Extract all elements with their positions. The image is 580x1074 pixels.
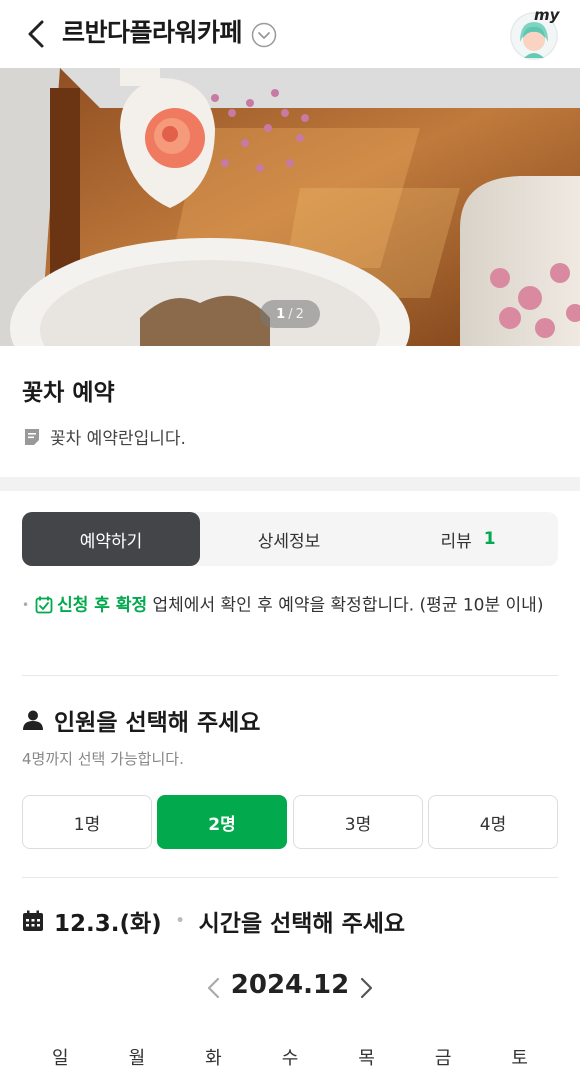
weekday-tue: 화 <box>205 1048 222 1069</box>
calendar-icon <box>23 910 43 931</box>
booking-notice: • 신청 후 확정 업체에서 확인 후 예약을 확정합니다. (평균 10분 이… <box>22 592 562 620</box>
selected-date: 12.3.(화) <box>54 911 162 937</box>
chevron-right-icon[interactable] <box>356 976 376 1000</box>
section-separator <box>0 477 580 491</box>
people-option-2[interactable]: 2명 <box>157 795 287 849</box>
people-option-3[interactable]: 3명 <box>293 795 423 849</box>
month-navigator: 2024.12 <box>0 966 580 1010</box>
tab-bar: 예약하기 상세정보 리뷰 1 <box>22 512 558 566</box>
review-count: 1 <box>483 529 496 549</box>
people-option-1[interactable]: 1명 <box>22 795 152 849</box>
back-button[interactable] <box>18 14 54 54</box>
pager-total: 2 <box>295 306 304 322</box>
pager-separator: / <box>288 306 293 322</box>
product-title: 꽃차 예약 <box>22 380 115 406</box>
pager-current: 1 <box>276 306 286 322</box>
top-header: 르반다플라워카페 my <box>0 0 580 68</box>
time-title-text: 시간을 선택해 주세요 <box>198 911 406 937</box>
current-month: 2024.12 <box>230 970 350 1000</box>
weekday-sun: 일 <box>52 1048 69 1069</box>
divider <box>22 675 558 676</box>
tab-review[interactable]: 리뷰 1 <box>378 512 558 566</box>
weekday-fri: 금 <box>434 1048 452 1069</box>
weekday-header: 일 월 화 수 목 금 토 <box>22 1044 558 1074</box>
people-option-4[interactable]: 4명 <box>428 795 558 849</box>
weekday-wed: 수 <box>281 1048 299 1069</box>
shop-title[interactable]: 르반다플라워카페 <box>62 16 243 50</box>
tab-details[interactable]: 상세정보 <box>200 512 378 566</box>
hero-image[interactable]: 1 / 2 <box>0 68 580 346</box>
schedule-section-title: 12.3.(화) • 시간을 선택해 주세요 <box>22 904 405 938</box>
people-section-title: 인원을 선택해 주세요 <box>22 703 260 737</box>
tab-review-label: 리뷰 <box>440 531 472 552</box>
weekday-sat: 토 <box>511 1048 528 1069</box>
product-description: 꽃차 예약란입니다. <box>22 424 186 449</box>
description-text: 꽃차 예약란입니다. <box>50 429 186 449</box>
notice-text: 업체에서 확인 후 예약을 확정합니다. (평균 10분 이내) <box>147 595 544 616</box>
memo-icon <box>25 428 39 445</box>
divider <box>22 877 558 878</box>
people-options: 1명 2명 3명 4명 <box>22 795 558 849</box>
weekday-thu: 목 <box>358 1048 375 1069</box>
chevron-down-circle-icon[interactable] <box>251 22 277 48</box>
person-icon <box>23 710 43 730</box>
weekday-mon: 월 <box>128 1048 146 1069</box>
confirm-type: 신청 후 확정 <box>57 595 148 616</box>
tab-booking[interactable]: 예약하기 <box>22 512 200 566</box>
my-label: my <box>534 6 560 24</box>
people-title-text: 인원을 선택해 주세요 <box>54 710 261 736</box>
image-pager: 1 / 2 <box>260 300 320 328</box>
separator-dot: • <box>175 913 185 929</box>
calendar-check-icon <box>35 596 53 613</box>
bullet-dot: • <box>22 598 30 612</box>
chevron-left-icon <box>28 20 44 48</box>
people-limit-note: 4명까지 선택 가능합니다. <box>22 750 184 768</box>
